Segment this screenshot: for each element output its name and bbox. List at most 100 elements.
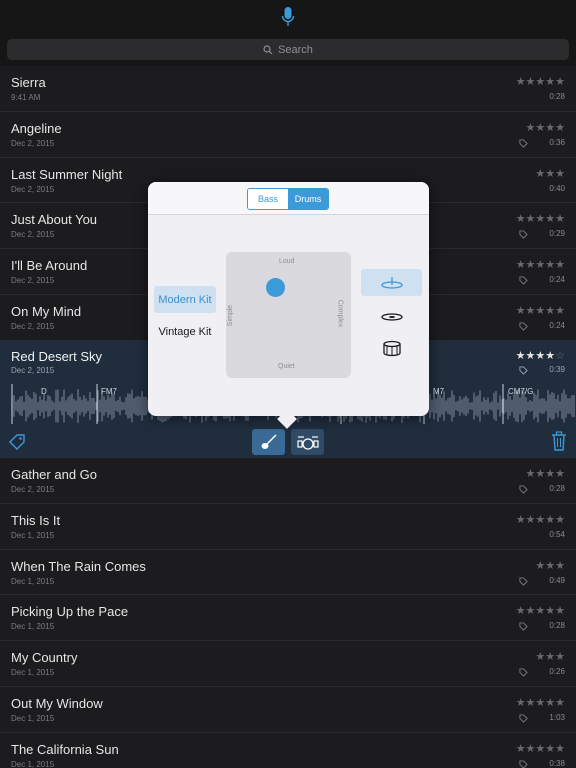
song-row[interactable]: My Country Dec 1, 2015 ★★★ 0:26 — [0, 641, 576, 687]
song-title: Gather and Go — [11, 467, 97, 482]
stars-filled: ★★★★ — [515, 350, 556, 362]
tag-icon — [519, 366, 528, 375]
tag-icon — [519, 760, 528, 768]
search-field[interactable]: Search — [7, 39, 569, 60]
song-duration: 0:38 — [549, 758, 565, 768]
song-date: Dec 2, 2015 — [11, 184, 55, 194]
chord-label: D — [41, 387, 47, 396]
tag-icon — [519, 139, 528, 148]
search-icon — [263, 44, 273, 54]
rating-stars[interactable]: ★★★ — [535, 650, 565, 663]
song-duration: 1:03 — [549, 712, 565, 722]
trash-icon[interactable] — [551, 431, 567, 451]
hihat-button[interactable] — [361, 303, 422, 330]
drum-xy-pad[interactable]: Loud Quiet Simple Complex — [226, 252, 351, 378]
song-title: The California Sun — [11, 741, 119, 757]
song-date: Dec 2, 2015 — [11, 230, 55, 240]
kit-option-modern[interactable]: Modern Kit — [154, 286, 216, 313]
top-bar: Search — [0, 0, 576, 66]
tag-icon — [519, 485, 528, 494]
song-date: Dec 1, 2015 — [11, 530, 55, 540]
rating-stars[interactable]: ★★★ — [535, 559, 565, 572]
stars-empty: ☆ — [555, 350, 565, 362]
segment-drums[interactable]: Drums — [288, 189, 328, 209]
tag-icon — [519, 322, 528, 331]
cymbal-icon — [380, 276, 403, 289]
song-duration: 0:36 — [549, 137, 565, 147]
rating-stars[interactable]: ★★★★★ — [516, 696, 565, 709]
song-duration: 0:24 — [549, 275, 565, 285]
song-duration: 0:29 — [549, 229, 565, 239]
rating-stars[interactable]: ★★★★ — [526, 467, 565, 480]
rating-stars[interactable]: ★★★★ — [526, 121, 565, 134]
rating-stars[interactable]: ★★★★★ — [516, 742, 565, 755]
song-title: Out My Window — [11, 695, 103, 711]
tag-icon — [519, 714, 528, 723]
song-row[interactable]: Out My Window Dec 1, 2015 ★★★★★ 1:03 — [0, 686, 576, 733]
snare-button[interactable] — [361, 335, 422, 362]
song-date: Dec 1, 2015 — [11, 713, 55, 723]
song-row[interactable]: When The Rain Comes Dec 1, 2015 ★★★ 0:49 — [0, 549, 576, 596]
song-title: This Is It — [11, 512, 61, 528]
song-date: Dec 2, 2015 — [11, 321, 55, 331]
guitar-icon — [261, 434, 277, 449]
song-duration: 0:28 — [549, 92, 565, 101]
song-duration: 0:49 — [549, 575, 565, 585]
search-placeholder: Search — [278, 43, 313, 56]
pad-position-handle[interactable] — [266, 278, 285, 297]
segment-bass[interactable]: Bass — [248, 189, 288, 209]
song-duration: 0:24 — [549, 320, 565, 330]
song-date: Dec 1, 2015 — [11, 622, 55, 632]
tag-icon — [519, 577, 528, 586]
song-duration: 0:40 — [549, 183, 565, 193]
tag-icon — [519, 622, 528, 632]
drum-kit-icon — [296, 436, 319, 450]
chord-label: CM7/G — [508, 387, 534, 396]
song-date: Dec 1, 2015 — [11, 759, 55, 768]
hihat-icon — [380, 312, 403, 321]
guitar-instrument-button[interactable] — [252, 429, 285, 455]
tag-icon — [519, 276, 528, 285]
song-row[interactable]: Angeline Dec 2, 2015 ★★★★ 0:36 — [0, 111, 576, 158]
instrument-segmented-control[interactable]: Bass Drums — [247, 188, 329, 210]
rating-stars[interactable]: ★★★★★ — [516, 75, 565, 88]
song-title: Red Desert Sky — [11, 349, 103, 364]
cymbal-button[interactable] — [361, 269, 422, 296]
song-row[interactable]: The California Sun Dec 1, 2015 ★★★★★ 0:38 — [0, 732, 576, 768]
rating-stars[interactable]: ★★★★★ — [516, 513, 565, 526]
song-duration: 0:39 — [549, 365, 565, 374]
song-title: Just About You — [11, 212, 98, 228]
song-title: My Country — [11, 650, 78, 666]
rating-stars[interactable]: ★★★★★ — [516, 212, 565, 225]
song-row[interactable]: Picking Up the Pace Dec 1, 2015 ★★★★★ 0:28 — [0, 595, 576, 642]
rating-stars[interactable]: ★★★★★ — [516, 258, 565, 271]
instrument-popover: Bass Drums Modern Kit Vintage Kit Loud Q… — [148, 182, 429, 429]
song-date: Dec 2, 2015 — [11, 138, 55, 148]
song-title: Angeline — [11, 120, 62, 136]
rating-stars[interactable]: ★★★ — [535, 167, 565, 180]
song-date: 9:41 AM — [11, 93, 41, 102]
kit-option-vintage[interactable]: Vintage Kit — [154, 318, 216, 345]
song-duration: 0:28 — [549, 621, 565, 631]
tag-button-icon[interactable] — [8, 433, 26, 451]
song-title: I'll Be Around — [11, 258, 88, 274]
song-row[interactable]: This Is It Dec 1, 2015 ★★★★★ 0:54 — [0, 503, 576, 550]
song-title: When The Rain Comes — [11, 558, 146, 574]
drums-instrument-button[interactable] — [291, 429, 324, 455]
rating-stars[interactable]: ★★★★☆ — [516, 349, 565, 362]
song-date: Dec 1, 2015 — [11, 576, 55, 586]
chord-label: FM7 — [101, 387, 117, 396]
song-duration: 0:28 — [549, 484, 565, 493]
song-duration: 0:26 — [549, 667, 565, 677]
song-date: Dec 2, 2015 — [11, 366, 55, 375]
rating-stars[interactable]: ★★★★★ — [516, 304, 565, 317]
song-title: Sierra — [11, 75, 46, 90]
song-title: Picking Up the Pace — [11, 604, 129, 620]
pad-label-top: Loud — [279, 258, 295, 265]
song-date: Dec 1, 2015 — [11, 668, 55, 678]
song-row[interactable]: Sierra 9:41 AM ★★★★★ 0:28 — [0, 66, 576, 112]
song-row[interactable]: Gather and Go Dec 2, 2015 ★★★★ 0:28 — [0, 458, 576, 504]
pad-label-left: Simple — [227, 304, 235, 327]
rating-stars[interactable]: ★★★★★ — [516, 604, 565, 617]
microphone-icon[interactable] — [281, 6, 295, 28]
